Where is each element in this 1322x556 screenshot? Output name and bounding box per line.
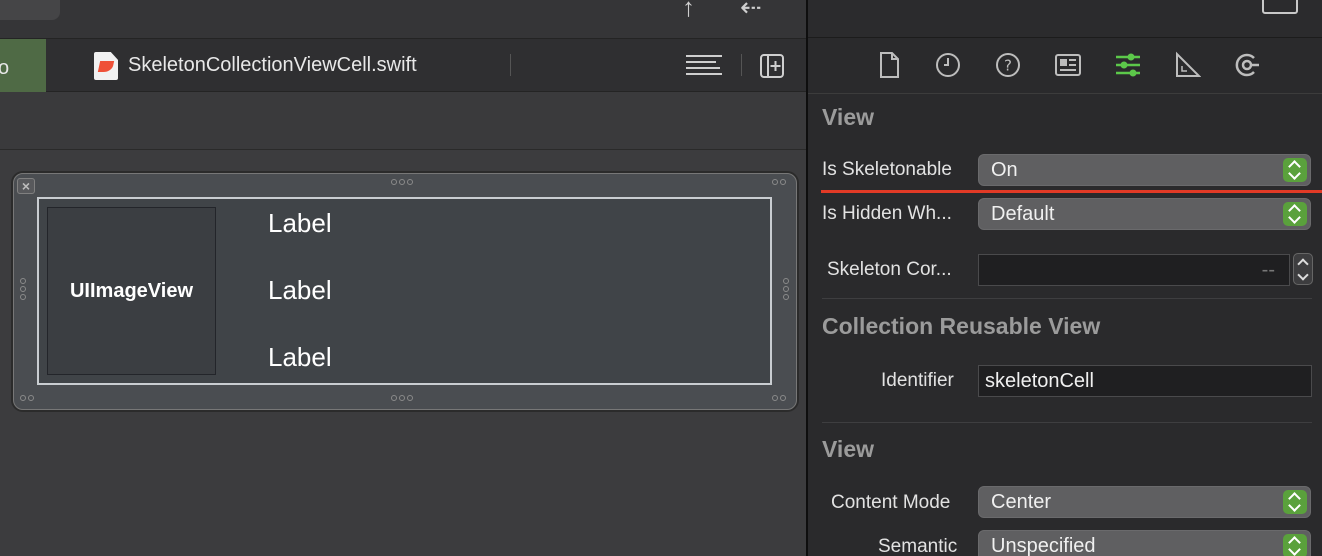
chevron-up-down-icon: [1283, 202, 1307, 226]
section-title-view-2: View: [822, 436, 874, 462]
resize-handle-top-right[interactable]: [772, 179, 786, 185]
skeleton-corner-field[interactable]: --: [978, 254, 1290, 286]
resize-handle-left[interactable]: [20, 278, 26, 300]
editor-area: ↑ ⇠ o SkeletonCollectionViewCell.swift ×: [0, 0, 806, 556]
swift-file-icon: [94, 52, 118, 80]
is-skeletonable-value: On: [991, 159, 1018, 181]
tab-previous-label: o: [0, 57, 10, 79]
tab-previous[interactable]: o: [0, 39, 46, 92]
close-icon[interactable]: ×: [17, 178, 35, 194]
is-hidden-label: Is Hidden Wh...: [822, 203, 952, 224]
file-inspector-icon[interactable]: [875, 51, 903, 79]
semantic-popup[interactable]: Unspecified: [978, 530, 1311, 556]
semantic-label: Semantic: [878, 536, 958, 556]
highlight-underline: [821, 190, 1322, 193]
identifier-field[interactable]: skeletonCell: [978, 365, 1312, 397]
resize-handle-right[interactable]: [783, 278, 789, 300]
attributes-inspector-icon[interactable]: [1114, 51, 1142, 79]
identifier-value: skeletonCell: [985, 370, 1094, 392]
is-hidden-value: Default: [991, 203, 1055, 225]
resize-handle-top[interactable]: [391, 179, 413, 185]
identifier-label: Identifier: [881, 370, 954, 391]
editor-options-icon[interactable]: [686, 55, 722, 77]
cell-label-2[interactable]: Label: [268, 275, 332, 306]
size-inspector-icon[interactable]: [1173, 51, 1202, 79]
chevron-up-down-icon: [1283, 490, 1307, 514]
inspector-toolbar: [808, 0, 1322, 38]
tab-file-name[interactable]: SkeletonCollectionViewCell.swift: [128, 54, 417, 77]
content-mode-label: Content Mode: [831, 492, 951, 513]
cell-label-3[interactable]: Label: [268, 342, 332, 373]
tab-divider: [510, 54, 511, 76]
add-editor-pane-icon[interactable]: [760, 54, 784, 78]
tab-divider: [741, 54, 742, 76]
add-icon[interactable]: ↑: [682, 0, 695, 23]
is-skeletonable-popup[interactable]: On: [978, 154, 1311, 186]
resize-handle-bottom-left[interactable]: [20, 395, 34, 401]
image-view[interactable]: UIImageView: [47, 207, 216, 375]
divider: [822, 298, 1312, 299]
image-view-label: UIImageView: [69, 280, 194, 302]
content-mode-value: Center: [991, 491, 1052, 513]
svg-text:?: ?: [1004, 57, 1012, 75]
cell-label-1[interactable]: Label: [268, 208, 332, 239]
resize-handle-bottom-right[interactable]: [772, 395, 786, 401]
attributes-inspector: ? View Is Skeletonable On Is Hidden Wh..…: [808, 0, 1322, 556]
content-mode-popup[interactable]: Center: [978, 486, 1311, 518]
is-hidden-popup[interactable]: Default: [978, 198, 1311, 230]
layout-toggle-icon[interactable]: [1262, 0, 1298, 14]
section-title-collection-reusable-view: Collection Reusable View: [822, 313, 1101, 339]
connections-inspector-icon[interactable]: [1233, 51, 1261, 79]
inspector-tabs: ?: [808, 38, 1322, 94]
help-icon[interactable]: ?: [994, 51, 1022, 79]
chevron-up-down-icon: [1283, 158, 1307, 182]
window-toolbar: ↑ ⇠: [0, 0, 806, 38]
skeleton-corner-placeholder: --: [1261, 259, 1275, 281]
toolbar-segment[interactable]: [0, 0, 60, 20]
editor-tab-bar: o SkeletonCollectionViewCell.swift: [0, 38, 806, 92]
skeleton-corner-stepper[interactable]: [1293, 253, 1313, 285]
history-inspector-icon[interactable]: [934, 51, 962, 79]
is-skeletonable-label: Is Skeletonable: [822, 159, 952, 180]
section-title-view: View: [822, 104, 874, 130]
identity-inspector-icon[interactable]: [1054, 51, 1082, 79]
divider: [822, 422, 1312, 423]
skeleton-corner-label: Skeleton Cor...: [827, 259, 952, 280]
back-forward-icon[interactable]: ⇠: [740, 0, 762, 23]
resize-handle-bottom[interactable]: [391, 395, 413, 401]
chevron-up-down-icon: [1283, 534, 1307, 556]
jump-bar: [0, 92, 806, 150]
semantic-value: Unspecified: [991, 535, 1096, 556]
